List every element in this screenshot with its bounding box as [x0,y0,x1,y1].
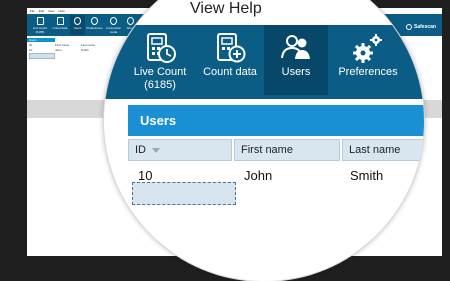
zoomed-preferences-label: Preferences [330,66,406,79]
zoomed-count-data-label: Count data [196,66,264,79]
count-data-label-text: Count data [203,66,257,78]
zoomed-cell-last-name[interactable]: Smith [350,168,383,183]
toolbar-count-data-label: Count data [52,26,68,30]
toolbar-live-count-button[interactable]: Live Count (6185) [29,15,51,35]
zoomed-users-panel-title-text: Users [140,113,177,128]
col-id-label: ID [135,144,146,156]
col-id[interactable]: ID [27,43,55,47]
info-icon [127,17,134,25]
zoomed-users-panel-title: Users [128,105,424,136]
toolbar-users-label: Users [73,26,82,30]
cell-first-name: John [55,48,62,52]
zoomed-cell-first-name[interactable]: John [244,168,272,183]
zoomed-col-first-name[interactable]: First name [234,139,340,161]
menu-fragment: View Help [190,0,262,17]
users-icon [281,35,310,59]
live-count-icon [36,17,44,25]
col-last-name-label: Last name [349,144,401,156]
gear-icon [353,34,382,63]
connection-icon [110,17,117,25]
zoomed-preferences-button[interactable]: Preferences [330,25,406,95]
zoomed-live-count-button[interactable]: Live Count (6185) [124,25,196,95]
users-label-text: Users [281,66,311,78]
toolbar-users-button[interactable]: Users [70,15,85,35]
live-count-label-line1: Live Count [133,66,187,78]
toolbar-preferences-label: Preferences [86,26,103,30]
zoomed-cell-id[interactable]: 10 [138,168,152,183]
cell-id: 10 [29,48,33,52]
zoomed-col-id[interactable]: ID [128,139,232,161]
new-row-selection-zoomed[interactable] [132,182,236,205]
preferences-label-text: Preferences [338,66,398,78]
count-data-icon [56,17,64,25]
zoomed-users-label: Users [264,66,328,79]
count-data-icon [217,33,246,63]
users-icon [74,17,81,25]
live-count-icon [147,33,176,63]
users-panel-title-text: Users [29,38,37,42]
toolbar-preferences-button[interactable]: Preferences [85,15,104,35]
users-panel-title: Users [27,38,55,42]
sort-descending-icon[interactable] [152,147,160,153]
live-count-value: (6185) [144,79,176,91]
col-first-name[interactable]: First name [55,43,81,47]
zoomed-toolbar: Live Count (6185) Count data Users Prefe… [104,25,424,99]
toolbar-count-data-button[interactable]: Count data [51,15,69,35]
zoomed-count-data-button[interactable]: Count data [196,25,264,95]
new-row-selection[interactable] [29,53,55,59]
col-first-name-label: First name [241,144,293,156]
toolbar-live-count-label: Live Count (6185) [32,26,48,34]
zoomed-col-last-name[interactable]: Last name [342,139,424,161]
zoomed-live-count-label: Live Count (6185) [124,66,196,92]
zoomed-users-button[interactable]: Users [264,25,328,95]
gear-icon [91,17,98,25]
